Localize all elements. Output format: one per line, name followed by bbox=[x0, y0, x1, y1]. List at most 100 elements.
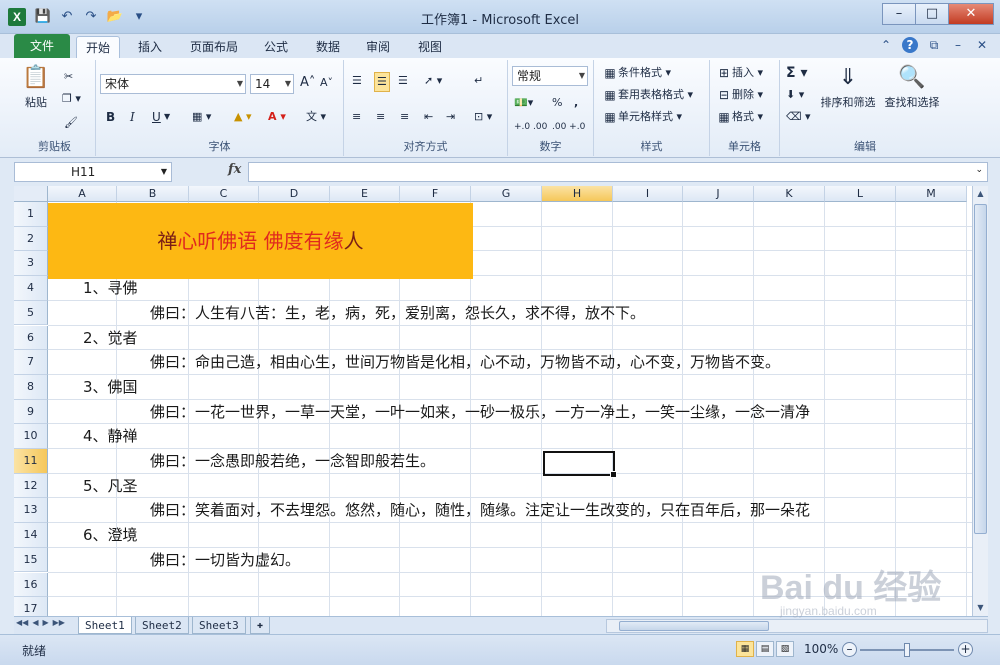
vertical-scrollbar[interactable]: ▲ ▼ bbox=[972, 186, 988, 616]
align-top-icon[interactable]: ☰ bbox=[352, 72, 362, 90]
row-header-11[interactable]: 11 bbox=[14, 449, 48, 474]
minimize-workbook-icon[interactable]: – bbox=[950, 37, 966, 53]
tab-home[interactable]: 开始 bbox=[76, 36, 120, 58]
tab-review[interactable]: 审阅 bbox=[358, 36, 398, 58]
column-header-k[interactable]: K bbox=[754, 186, 825, 202]
spreadsheet-grid[interactable]: A B C D E F G H I J K L M 1 2 3 4 5 6 7 8 9 10 11 12 13 14 15 16 17 1、… bbox=[14, 186, 972, 616]
row-header-9[interactable]: 9 bbox=[14, 399, 48, 425]
row-header-8[interactable]: 8 bbox=[14, 374, 48, 400]
orientation-icon[interactable]: ➚ ▾ bbox=[424, 72, 442, 90]
bold-button[interactable]: B bbox=[106, 108, 115, 126]
restore-window-icon[interactable]: ⧉ bbox=[926, 37, 942, 53]
row-header-5[interactable]: 5 bbox=[14, 300, 48, 326]
vertical-scroll-thumb[interactable] bbox=[974, 204, 987, 534]
zoom-slider-knob[interactable] bbox=[904, 643, 910, 657]
underline-button[interactable]: U bbox=[152, 108, 161, 126]
next-sheet-icon[interactable]: ▶ bbox=[42, 618, 48, 627]
select-all-corner[interactable] bbox=[14, 186, 48, 202]
insert-sheet-icon[interactable]: ✚ bbox=[250, 617, 271, 634]
column-header-i[interactable]: I bbox=[613, 186, 683, 202]
autosum-icon[interactable]: Σ ▾ bbox=[786, 64, 807, 82]
align-center-icon[interactable]: ≡ bbox=[376, 108, 385, 126]
row-header-2[interactable]: 2 bbox=[14, 226, 48, 252]
copy-icon[interactable]: ❐ ▾ bbox=[62, 90, 81, 108]
decrease-decimal-button[interactable]: .00 +.0 bbox=[552, 118, 585, 136]
cell-heading-text[interactable]: 2、觉者 bbox=[83, 326, 138, 350]
tab-view[interactable]: 视图 bbox=[410, 36, 450, 58]
borders-icon[interactable]: ▦ ▾ bbox=[192, 108, 211, 126]
sheet-tab-3[interactable]: Sheet3 bbox=[192, 617, 246, 634]
cell-quote-text[interactable]: 佛曰：人生有八苦：生，老，病，死，爱别离，怨长久，求不得，放不下。 bbox=[150, 301, 645, 325]
page-break-view-icon[interactable]: ▧ bbox=[776, 641, 794, 657]
column-header-e[interactable]: E bbox=[330, 186, 400, 202]
cell-quote-text[interactable]: 佛曰：一花一世界，一草一天堂，一叶一如来，一砂一极乐，一方一净土，一笑一尘缘，一… bbox=[150, 400, 810, 424]
clear-icon[interactable]: ⌫ ▾ bbox=[786, 108, 811, 126]
cell-quote-text[interactable]: 佛曰：一切皆为虚幻。 bbox=[150, 548, 300, 572]
row-header-16[interactable]: 16 bbox=[14, 572, 48, 598]
font-size-select[interactable]: 14 ▼ bbox=[250, 74, 294, 94]
cell-quote-text[interactable]: 佛曰：笑着面对，不去埋怨。悠然，随心，随性，随缘。注定让一生改变的，只在百年后，… bbox=[150, 498, 810, 522]
comma-button[interactable]: , bbox=[574, 94, 578, 112]
increase-indent-icon[interactable]: ⇥ bbox=[446, 108, 455, 126]
normal-view-icon[interactable]: ▦ bbox=[736, 641, 754, 657]
column-header-m[interactable]: M bbox=[896, 186, 967, 202]
active-cell-selection[interactable] bbox=[543, 451, 617, 478]
align-middle-icon[interactable]: ☰ bbox=[374, 72, 390, 92]
paste-button[interactable]: 📋 粘贴 bbox=[18, 64, 54, 110]
column-header-g[interactable]: G bbox=[471, 186, 542, 202]
zoom-in-icon[interactable]: + bbox=[958, 642, 973, 657]
wrap-text-icon[interactable]: ↵ bbox=[474, 72, 483, 90]
fill-icon[interactable]: ⬇ ▾ bbox=[786, 86, 804, 104]
scroll-up-arrow-icon[interactable]: ▲ bbox=[973, 186, 988, 202]
number-format-select[interactable]: 常规 ▼ bbox=[512, 66, 588, 86]
format-painter-icon[interactable]: 🖌 bbox=[64, 114, 78, 132]
column-header-a[interactable]: A bbox=[48, 186, 117, 202]
column-header-b[interactable]: B bbox=[117, 186, 189, 202]
maximize-button[interactable]: □ bbox=[915, 3, 949, 25]
column-header-h[interactable]: H bbox=[542, 186, 613, 202]
close-button[interactable]: ✕ bbox=[948, 3, 994, 25]
cell-heading-text[interactable]: 3、佛国 bbox=[83, 375, 138, 399]
zoom-out-icon[interactable]: – bbox=[842, 642, 857, 657]
cell-heading-text[interactable]: 6、澄境 bbox=[83, 523, 138, 547]
row-header-3[interactable]: 3 bbox=[14, 251, 48, 277]
merge-center-icon[interactable]: ⊡ ▾ bbox=[474, 108, 492, 126]
cell-heading-text[interactable]: 1、寻佛 bbox=[83, 276, 138, 300]
format-cells-button[interactable]: ▦ 格式 ▾ bbox=[716, 108, 763, 126]
font-name-select[interactable]: 宋体 ▼ bbox=[100, 74, 246, 94]
cut-icon[interactable]: ✂ bbox=[64, 68, 73, 86]
underline-dropdown-icon[interactable]: ▼ bbox=[164, 108, 170, 126]
row-header-13[interactable]: 13 bbox=[14, 498, 48, 524]
tab-file[interactable]: 文件 bbox=[14, 34, 70, 58]
sort-filter-button[interactable]: ⇓ 排序和筛选 bbox=[816, 64, 880, 110]
zoom-level[interactable]: 100% bbox=[804, 642, 838, 656]
cell-quote-text[interactable]: 佛曰：一念愚即般若绝，一念智即般若生。 bbox=[150, 449, 435, 473]
percent-button[interactable]: % bbox=[552, 94, 562, 112]
currency-icon[interactable]: 💵▾ bbox=[514, 94, 533, 112]
insert-function-icon[interactable]: fx bbox=[228, 162, 241, 177]
cell-styles-button[interactable]: ▦ 单元格样式 ▾ bbox=[602, 108, 682, 126]
find-select-button[interactable]: 🔍 查找和选择 bbox=[880, 64, 944, 110]
row-header-12[interactable]: 12 bbox=[14, 473, 48, 499]
minimize-button[interactable]: – bbox=[882, 3, 916, 25]
tab-formulas[interactable]: 公式 bbox=[256, 36, 296, 58]
row-header-6[interactable]: 6 bbox=[14, 325, 48, 351]
formula-input[interactable]: ⌄ bbox=[248, 162, 988, 182]
decrease-indent-icon[interactable]: ⇤ bbox=[424, 108, 433, 126]
horizontal-scroll-thumb[interactable] bbox=[619, 621, 769, 631]
help-icon[interactable]: ? bbox=[902, 37, 918, 53]
row-header-7[interactable]: 7 bbox=[14, 350, 48, 375]
sheet-tab-1[interactable]: Sheet1 bbox=[78, 617, 132, 634]
last-sheet-icon[interactable]: ▶▶ bbox=[53, 618, 65, 627]
row-header-15[interactable]: 15 bbox=[14, 547, 48, 573]
sheet-tab-2[interactable]: Sheet2 bbox=[135, 617, 189, 634]
align-right-icon[interactable]: ≡ bbox=[400, 108, 409, 126]
column-header-f[interactable]: F bbox=[400, 186, 471, 202]
conditional-format-button[interactable]: ▦ 条件格式 ▾ bbox=[602, 64, 671, 82]
row-header-17[interactable]: 17 bbox=[14, 597, 48, 616]
align-left-icon[interactable]: ≡ bbox=[352, 108, 361, 126]
row-header-10[interactable]: 10 bbox=[14, 424, 48, 449]
grow-font-icon[interactable]: A˄ bbox=[300, 74, 315, 92]
close-workbook-icon[interactable]: ✕ bbox=[974, 37, 990, 53]
tab-insert[interactable]: 插入 bbox=[130, 36, 170, 58]
